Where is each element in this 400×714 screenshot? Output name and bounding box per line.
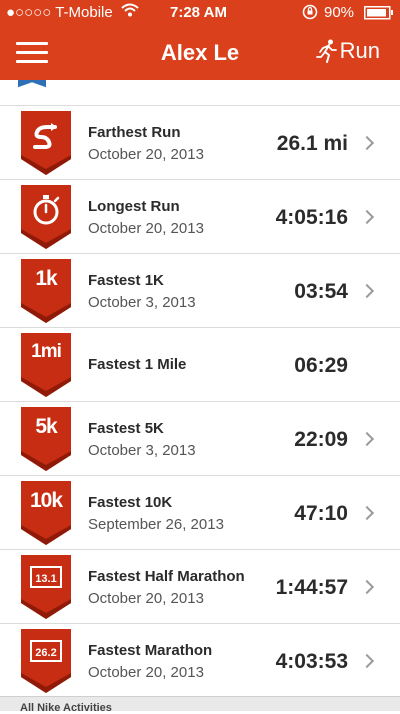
chevron-right-icon <box>359 209 375 225</box>
list-item[interactable]: 26.2 Fastest Marathon October 20, 2013 4… <box>0 624 400 696</box>
list-item[interactable]: Farthest Run October 20, 2013 26.1 mi <box>0 106 400 180</box>
record-date: October 20, 2013 <box>88 664 204 681</box>
bottom-tab-bar[interactable]: All Nike Activities <box>0 696 400 714</box>
wifi-icon <box>121 2 139 22</box>
record-value: 26.1 mi <box>276 132 348 155</box>
record-value: 47:10 <box>294 502 348 525</box>
chevron-right-icon <box>359 135 375 151</box>
record-value: 22:09 <box>294 428 348 451</box>
record-date: October 3, 2013 <box>88 294 196 311</box>
record-title: Fastest Marathon <box>88 642 213 659</box>
10k-badge-icon: 10k <box>21 481 71 545</box>
record-date: September 26, 2013 <box>88 516 224 533</box>
record-date: October 20, 2013 <box>88 146 204 163</box>
status-bar: ●○○○○ T-Mobile 7:28 AM 90% <box>0 0 400 26</box>
battery-icon <box>364 6 394 24</box>
record-value: 03:54 <box>294 280 348 303</box>
list-item[interactable]: Longest Run October 20, 2013 4:05:16 <box>0 180 400 254</box>
marathon-badge-icon: 26.2 <box>21 629 71 693</box>
record-date: October 20, 2013 <box>88 220 204 237</box>
record-value: 4:03:53 <box>275 650 348 673</box>
badge-label: 10k <box>29 489 63 512</box>
record-title: Fastest 1 Mile <box>88 356 187 373</box>
chevron-right-icon <box>359 579 375 595</box>
badge-label: 5k <box>35 415 57 438</box>
stopwatch-badge-icon <box>21 185 71 249</box>
record-title: Longest Run <box>88 198 180 215</box>
half-marathon-badge-icon: 13.1 <box>21 555 71 619</box>
runner-icon <box>315 39 337 63</box>
list-item[interactable]: 13.1 Fastest Half Marathon October 20, 2… <box>0 550 400 624</box>
list-item[interactable]: 5k Fastest 5K October 3, 2013 22:09 <box>0 402 400 476</box>
status-time: 7:28 AM <box>170 4 227 21</box>
bib-number: 13.1 <box>35 573 56 585</box>
road-badge-icon <box>21 111 71 175</box>
nav-bar: Alex Le Run <box>0 26 400 80</box>
bib-number: 26.2 <box>35 647 56 659</box>
list-item[interactable]: 1mi Fastest 1 Mile 06:29 <box>0 328 400 402</box>
run-button[interactable]: Run <box>315 38 380 64</box>
badge-label: 1k <box>35 267 57 290</box>
record-value: 06:29 <box>294 354 348 377</box>
bottom-tab-labels: All Nike Activities <box>20 702 112 714</box>
badge-label: 1mi <box>31 341 62 362</box>
1mi-badge-icon: 1mi <box>21 333 71 397</box>
record-date: October 3, 2013 <box>88 442 196 459</box>
record-value: 4:05:16 <box>275 206 348 229</box>
chevron-right-icon <box>359 653 375 669</box>
record-title: Fastest 5K <box>88 420 164 437</box>
record-value: 1:44:57 <box>275 576 348 599</box>
list-item[interactable]: 10k Fastest 10K September 26, 2013 47:10 <box>0 476 400 550</box>
record-title: Farthest Run <box>88 124 181 141</box>
battery-percent: 90% <box>324 4 355 21</box>
record-title: Fastest 10K <box>88 494 173 511</box>
record-date: October 20, 2013 <box>88 590 204 607</box>
chevron-right-icon <box>359 283 375 299</box>
chevron-right-icon <box>359 505 375 521</box>
run-button-label: Run <box>339 38 380 63</box>
carrier-label: ●○○○○ T-Mobile <box>6 4 113 21</box>
1k-badge-icon: 1k <box>21 259 71 323</box>
records-list[interactable]: Farthest Run October 20, 2013 26.1 mi Lo… <box>0 80 400 696</box>
partial-badge-icon <box>18 80 46 89</box>
record-title: Fastest Half Marathon <box>88 568 245 585</box>
list-item[interactable]: 1k Fastest 1K October 3, 2013 03:54 <box>0 254 400 328</box>
rotation-lock-icon <box>302 4 318 24</box>
5k-badge-icon: 5k <box>21 407 71 471</box>
chevron-right-icon <box>359 431 375 447</box>
record-title: Fastest 1K <box>88 272 164 289</box>
